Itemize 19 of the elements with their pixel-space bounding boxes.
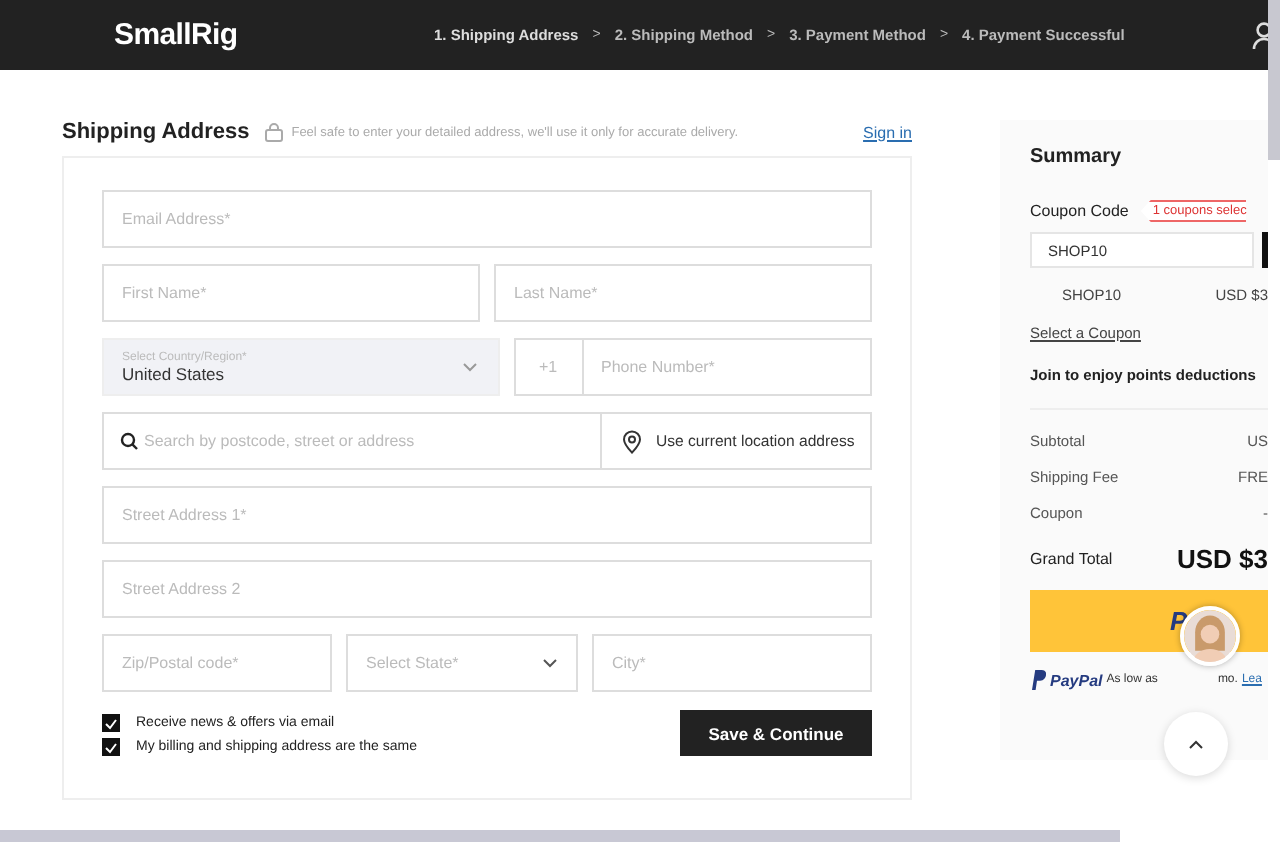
phone-input[interactable]: Phone Number* bbox=[583, 340, 870, 394]
search-input[interactable]: Search by postcode, street or address bbox=[138, 432, 600, 450]
search-field[interactable]: Search by postcode, street or address bbox=[104, 414, 602, 468]
street-address-field[interactable]: Street Address 2 bbox=[102, 560, 872, 618]
email-field[interactable]: Email Address* bbox=[102, 190, 872, 248]
save-continue-button[interactable]: Save & Continue bbox=[680, 710, 872, 756]
street-address-field[interactable]: Street Address 1* bbox=[102, 486, 872, 544]
logo[interactable]: SmallRig bbox=[114, 18, 434, 52]
paypal-brand: PayPal bbox=[1050, 671, 1103, 689]
summary-title: Summary bbox=[1030, 146, 1124, 168]
grand-total-label: Grand Total bbox=[1030, 550, 1113, 568]
grand-total-value: USD $3 bbox=[1176, 544, 1268, 574]
coupon-label: Coupon Code bbox=[1030, 202, 1129, 220]
sign-in-link[interactable]: Sign in bbox=[863, 123, 912, 141]
city-field[interactable]: City* bbox=[592, 634, 872, 692]
zip-field[interactable]: Zip/Postal code* bbox=[102, 634, 332, 692]
first-name-field[interactable]: First Name* bbox=[102, 264, 480, 322]
last-name-field[interactable]: Last Name* bbox=[494, 264, 872, 322]
section-title: Shipping Address bbox=[62, 120, 250, 144]
